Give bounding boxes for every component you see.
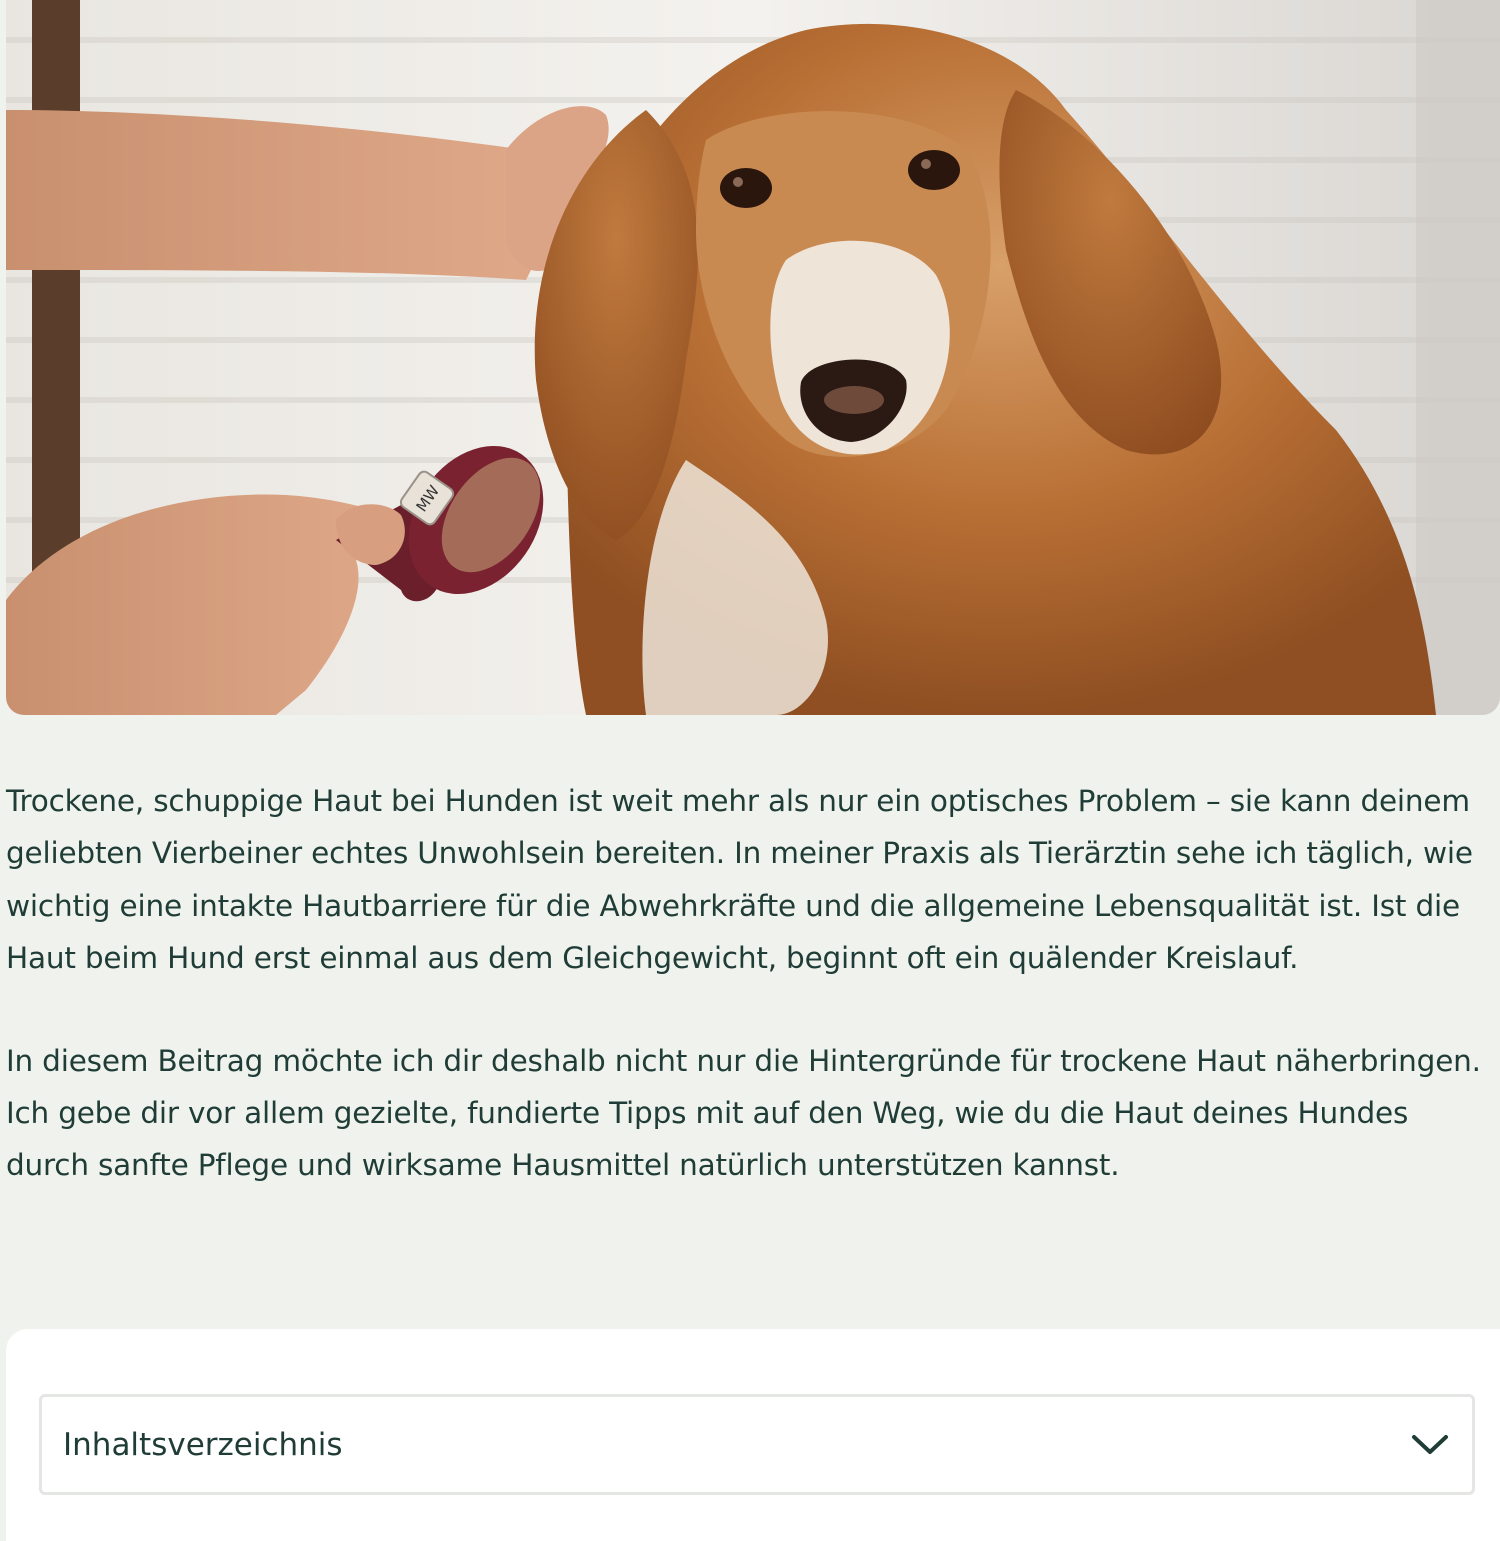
table-of-contents-card: Inhaltsverzeichnis bbox=[6, 1329, 1500, 1541]
dog-grooming-photo: MW bbox=[6, 0, 1500, 715]
page: MW Trockene, schuppige Haut bei Hunden i… bbox=[0, 0, 1500, 1541]
table-of-contents-label: Inhaltsverzeichnis bbox=[63, 1426, 343, 1463]
hero-image: MW bbox=[6, 0, 1500, 715]
table-of-contents-toggle[interactable]: Inhaltsverzeichnis bbox=[39, 1394, 1475, 1495]
chevron-down-icon[interactable] bbox=[1410, 1425, 1450, 1465]
intro-paragraph: Trockene, schuppige Haut bei Hunden ist … bbox=[6, 784, 1473, 976]
purpose-paragraph: In diesem Beitrag möchte ich dir deshalb… bbox=[6, 1043, 1481, 1183]
article-body: Trockene, schuppige Haut bei Hunden ist … bbox=[6, 775, 1486, 1192]
